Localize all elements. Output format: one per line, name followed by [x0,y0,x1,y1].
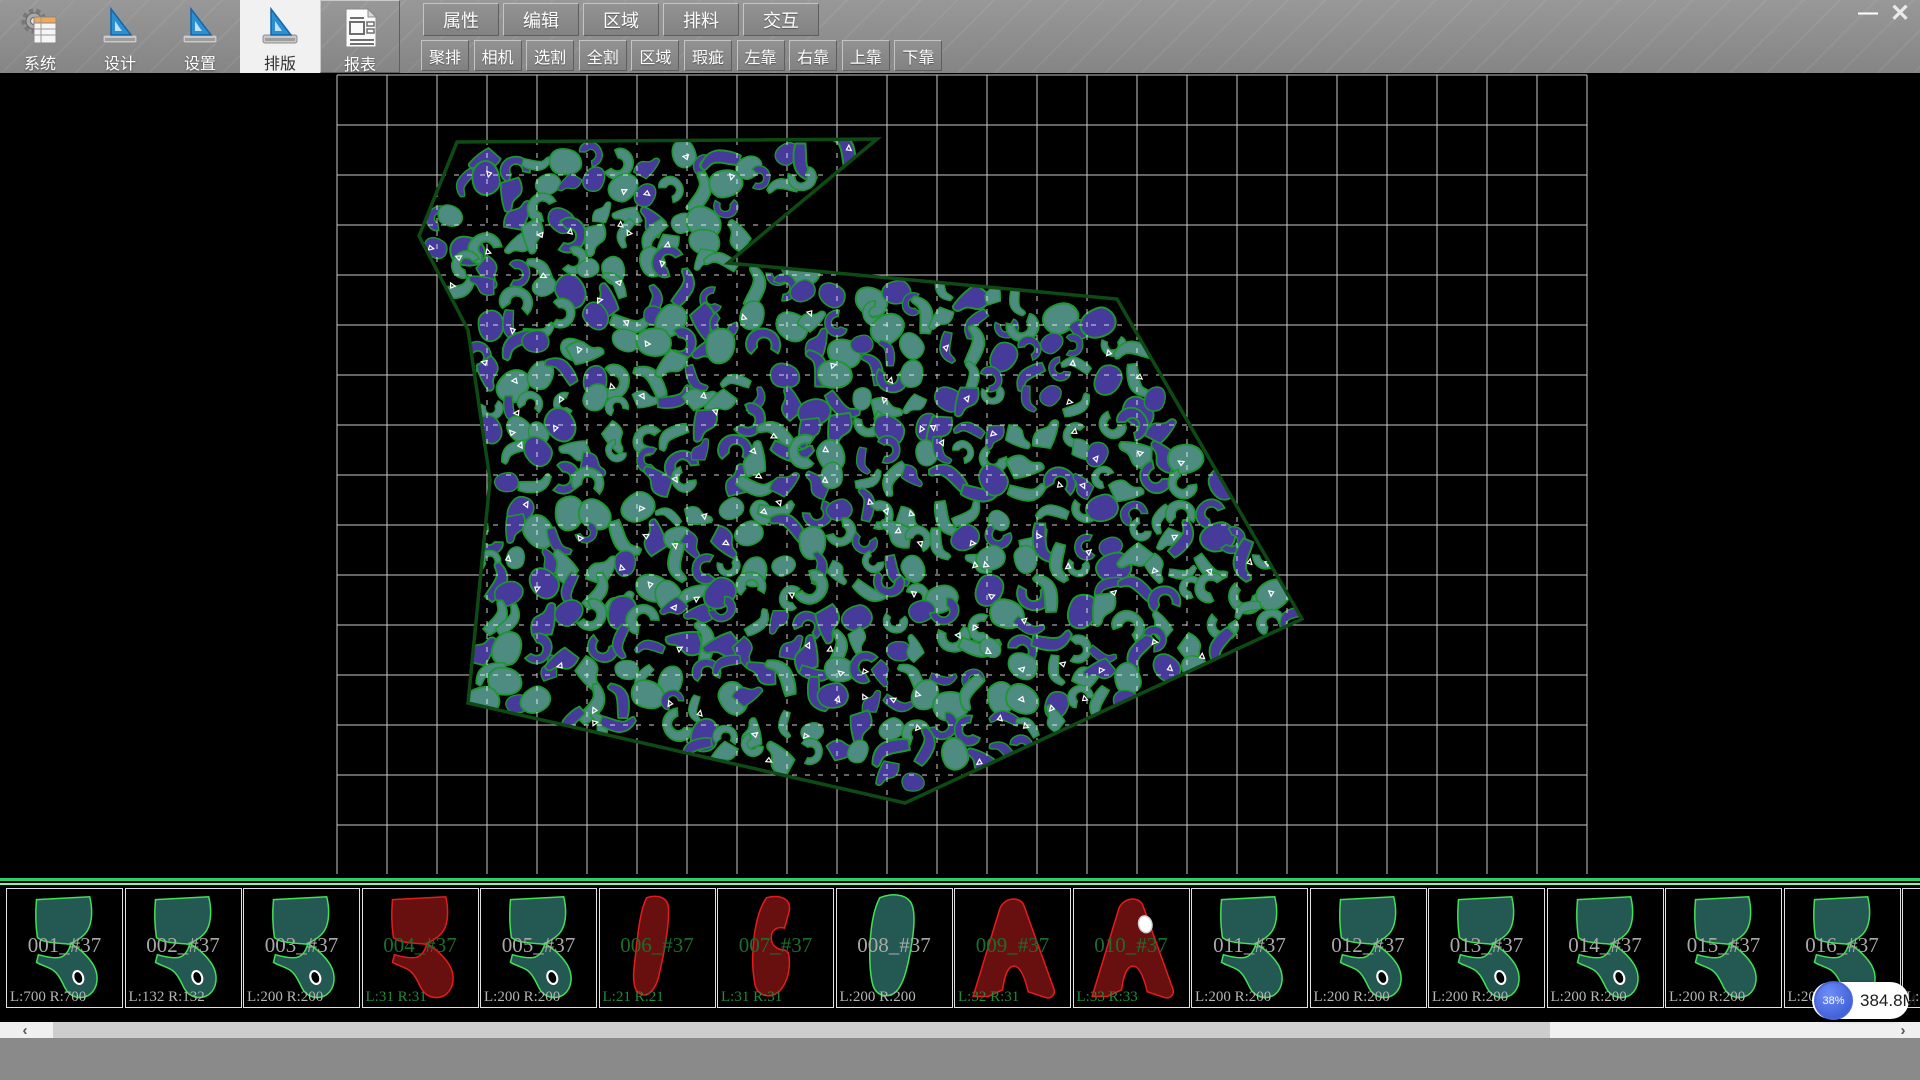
part-shape [845,892,945,1006]
report-icon [338,6,382,50]
memory-badge: 38% 384.8M [1812,982,1909,1019]
part-thumbnail-4[interactable]: 004_#37 L:31 R:31 [362,888,479,1008]
tool-button-5[interactable]: 区域 [631,40,679,71]
tool-button-10[interactable]: 下靠 [894,40,942,71]
strip-separator-light [0,883,1920,885]
app-button-label: 报表 [344,51,376,75]
scrollbar-thumb[interactable] [53,1022,1550,1038]
part-thumbnail-12[interactable]: 012_#37 L:200 R:200 [1310,888,1427,1008]
part-shape [1200,892,1300,1006]
app-button-4[interactable]: 排版 [240,0,320,73]
menu-button-4[interactable]: 排料 [663,3,739,36]
gear-table-icon [18,5,62,49]
app-button-3[interactable]: 设置 [160,0,240,73]
part-shape [489,892,589,1006]
part-shape [15,892,115,1006]
part-shape [1319,892,1419,1006]
tool-button-row: 聚排相机选割全割区域瑕疵左靠右靠上靠下靠 [421,40,947,71]
part-shape [1556,892,1656,1006]
strip-separator-bright [0,878,1920,881]
nesting-canvas[interactable] [0,73,1920,874]
part-shape [252,892,352,1006]
part-shape [608,892,708,1006]
app-button-2[interactable]: 设计 [80,0,160,73]
part-shape [1674,892,1774,1006]
scroll-right-button[interactable]: › [1888,1022,1918,1038]
part-thumbnail-8[interactable]: 008_#37 L:200 R:200 [836,888,953,1008]
tool-button-7[interactable]: 左靠 [737,40,785,71]
horizontal-scrollbar[interactable]: ‹ › [0,1022,1920,1038]
app-button-label: 设计 [104,50,136,74]
part-thumbnail-13[interactable]: 013_#37 L:200 R:200 [1428,888,1545,1008]
part-thumbnail-15[interactable]: 015_#37 L:200 R:200 [1665,888,1782,1008]
menu-button-1[interactable]: 属性 [423,3,499,36]
tool-button-3[interactable]: 选割 [526,40,574,71]
part-thumbnail-2[interactable]: 002_#37 L:132 R:132 [125,888,242,1008]
scroll-left-button[interactable]: ‹ [10,1022,40,1038]
window-controls: — ✕ [1850,0,1916,26]
app-button-label: 设置 [184,50,216,74]
part-thumbnail-7[interactable]: 007_#37 L:31 R:31 [717,888,834,1008]
part-thumbnail-list: 001_#37 L:700 R:700 002_#37 L:132 R:132 … [6,888,1920,1008]
menu-button-2[interactable]: 编辑 [503,3,579,36]
minimize-button[interactable]: — [1850,2,1884,25]
part-shape [1437,892,1537,1006]
part-shape [1082,892,1182,1006]
app-button-1[interactable]: 系统 [0,0,80,73]
memory-value: 384.8M [1860,982,1917,1019]
tool-button-1[interactable]: 聚排 [421,40,469,71]
part-thumbnail-1[interactable]: 001_#37 L:700 R:700 [6,888,123,1008]
part-shape [963,892,1063,1006]
app-button-label: 排版 [264,50,296,74]
part-thumbnail-9[interactable]: 009_#37 L:32 R:31 [954,888,1071,1008]
nesting-layout-svg [0,73,1920,874]
app-button-group: 系统 设计 设置 排版 报表 [0,0,400,73]
part-thumbnail-10[interactable]: 010_#37 L:33 R:33 [1073,888,1190,1008]
tool-button-6[interactable]: 瑕疵 [684,40,732,71]
main-toolbar: 系统 设计 设置 排版 报表 属性编辑区域排料交互 [0,0,1920,73]
menu-button-5[interactable]: 交互 [743,3,819,36]
ruler-icon [98,5,142,49]
tool-button-2[interactable]: 相机 [474,40,522,71]
part-thumbnail-11[interactable]: 011_#37 L:200 R:200 [1191,888,1308,1008]
tool-button-4[interactable]: 全割 [579,40,627,71]
part-thumbnail-6[interactable]: 006_#37 L:21 R:21 [599,888,716,1008]
part-thumbnail-3[interactable]: 003_#37 L:200 R:200 [243,888,360,1008]
menu-button-3[interactable]: 区域 [583,3,659,36]
part-shape [726,892,826,1006]
parts-strip: 001_#37 L:700 R:700 002_#37 L:132 R:132 … [0,874,1920,1022]
part-shape [134,892,234,1006]
tool-button-9[interactable]: 上靠 [842,40,890,71]
close-button[interactable]: ✕ [1884,0,1916,28]
part-shape [371,892,471,1006]
status-bar [0,1038,1920,1080]
app-button-5[interactable]: 报表 [320,0,400,73]
ruler-icon [178,5,222,49]
menu-bar: 属性编辑区域排料交互 [423,3,823,36]
part-thumbnail-14[interactable]: 014_#37 L:200 R:200 [1547,888,1664,1008]
ruler-icon [258,5,302,49]
tool-button-8[interactable]: 右靠 [789,40,837,71]
progress-circle: 38% [1814,981,1853,1020]
app-button-label: 系统 [24,50,56,74]
part-thumbnail-5[interactable]: 005_#37 L:200 R:200 [480,888,597,1008]
